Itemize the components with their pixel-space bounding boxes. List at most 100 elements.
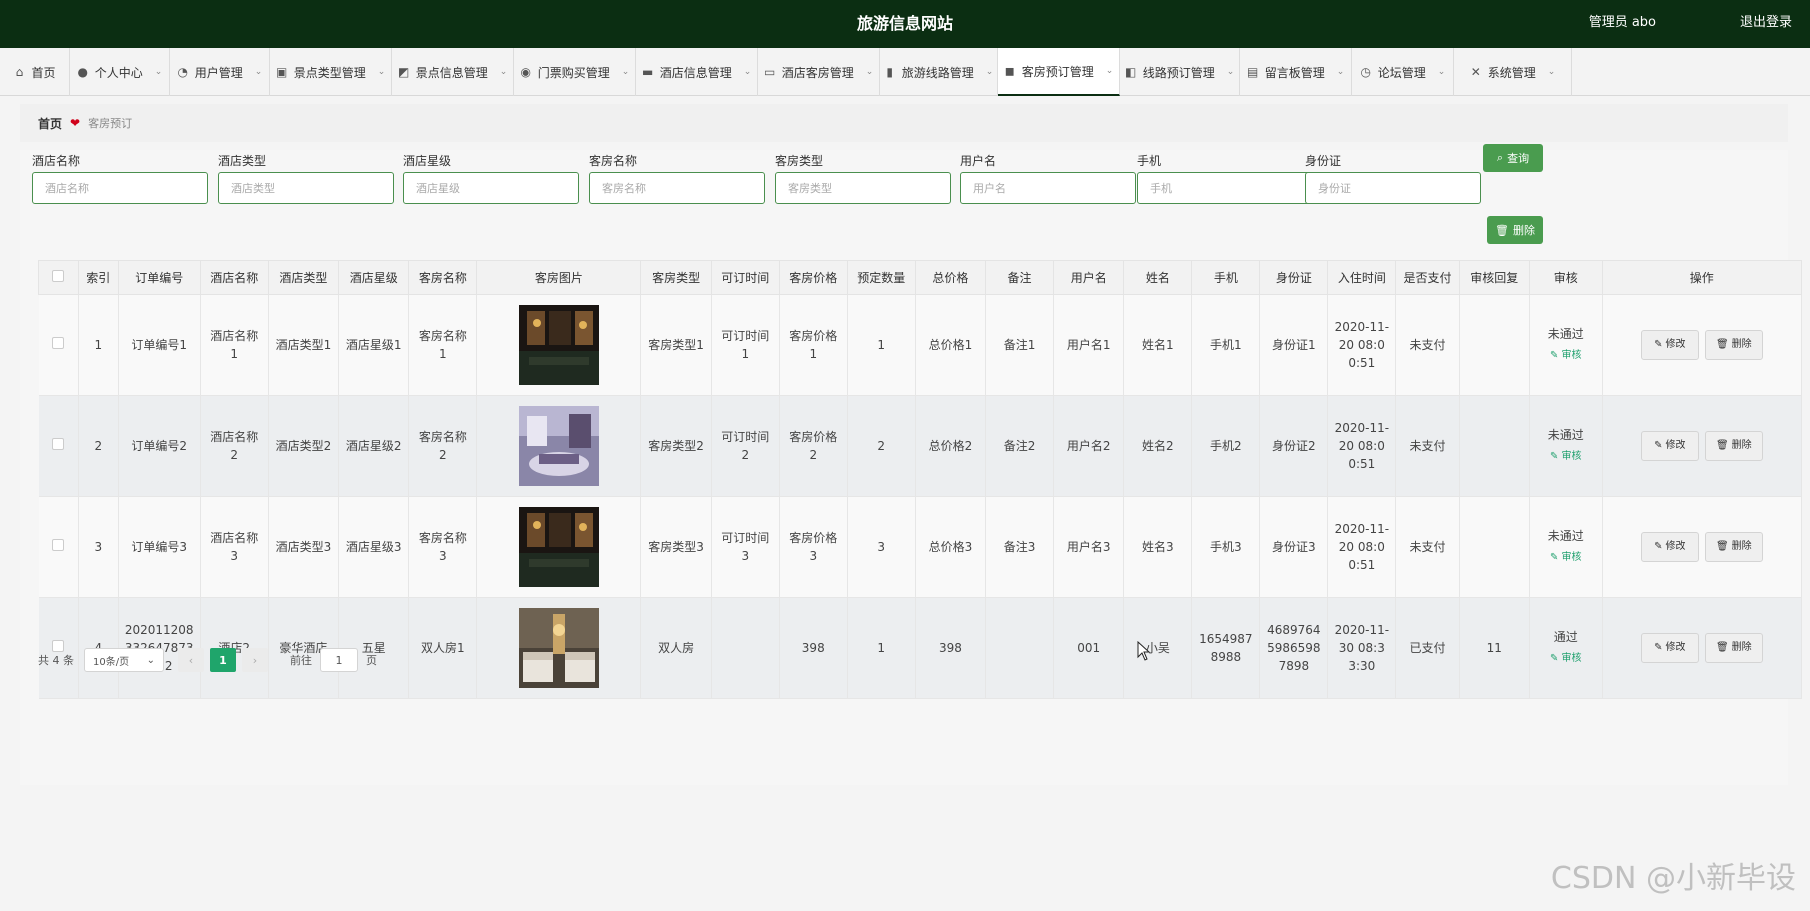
prev-page-button[interactable]: ‹ <box>178 648 204 672</box>
row-checkbox-cell[interactable] <box>38 395 79 497</box>
status-text: 通过 <box>1553 630 1578 644</box>
cell-room_name: 客房名称1 <box>408 294 478 396</box>
cell-room_name: 客房名称2 <box>408 395 478 497</box>
cell-order_no: 订单编号2 <box>118 395 201 497</box>
trash-icon: 🗑 <box>1715 642 1729 653</box>
nav-item-13[interactable]: ✕ 系统管理 ⌄ <box>1454 48 1572 96</box>
column-header: 审核回复 <box>1458 260 1530 295</box>
row-checkbox[interactable] <box>52 438 65 450</box>
top-header: 旅游信息网站 管理员 abo 退出登录 <box>0 0 1810 48</box>
nav-item-6[interactable]: ▬ 酒店信息管理 ⌄ <box>636 48 758 96</box>
delete-button[interactable]: 🗑 删除 <box>1704 330 1763 360</box>
nav-item-2[interactable]: ◔ 用户管理 ⌄ <box>170 48 270 96</box>
column-header: 客房图片 <box>476 260 642 295</box>
audit-link[interactable]: ✎ 审核 <box>1550 650 1582 668</box>
edit-icon: ✎ <box>1654 541 1663 552</box>
audit-label: 审核 <box>1561 653 1582 664</box>
nav-item-0[interactable]: ⌂ 首页 <box>0 48 70 96</box>
audit-link[interactable]: ✎ 审核 <box>1550 448 1582 466</box>
chevron-down-icon: ⌄ <box>865 67 874 77</box>
nav-item-3[interactable]: ▣ 景点类型管理 ⌄ <box>270 48 392 96</box>
cell-quantity: 1 <box>847 294 916 396</box>
row-checkbox-cell[interactable] <box>38 294 79 396</box>
cell-remark: 备注3 <box>985 496 1055 598</box>
query-button[interactable]: ⌕ 查询 <box>1483 144 1543 172</box>
cell-reply <box>1459 294 1530 396</box>
nav-item-4[interactable]: ◩ 景点信息管理 ⌄ <box>392 48 514 96</box>
edit-label: 修改 <box>1665 440 1686 451</box>
cell-index: 1 <box>78 294 119 396</box>
nav-label: 门票购买管理 <box>537 65 610 80</box>
next-page-button[interactable]: › <box>242 648 268 672</box>
search-input-6[interactable] <box>1137 172 1313 204</box>
site-title: 旅游信息网站 <box>856 14 953 33</box>
cell-remark: 备注2 <box>985 395 1055 497</box>
row-checkbox-cell[interactable] <box>38 496 79 598</box>
chevron-down-icon: ⌄ <box>1105 66 1114 76</box>
cell-room_name: 客房名称3 <box>408 496 478 598</box>
nav-label: 首页 <box>31 65 56 80</box>
edit-button[interactable]: ✎ 修改 <box>1640 532 1699 562</box>
edit-icon: ✎ <box>1654 440 1663 451</box>
row-checkbox[interactable] <box>52 539 65 551</box>
search-input-1[interactable] <box>218 172 394 204</box>
table-row[interactable]: 2 订单编号2 酒店名称2 酒店类型2 酒店星级2 客房名称2 客房类型2 可订时间2 客房价格… <box>38 395 1803 497</box>
nav-icon: ● <box>77 65 88 79</box>
search-input-2[interactable] <box>403 172 579 204</box>
chevron-down-icon: ⌄ <box>154 67 163 77</box>
status-wrap: 未通过 ✎ 审核 <box>1536 426 1596 466</box>
edit-pen-icon: ✎ <box>1549 350 1562 361</box>
nav-label: 线路预订管理 <box>1142 65 1215 80</box>
column-header[interactable] <box>38 260 79 295</box>
chevron-down-icon: ⌄ <box>743 67 752 77</box>
edit-button[interactable]: ✎ 修改 <box>1640 431 1699 461</box>
row-checkbox[interactable] <box>52 337 65 349</box>
logout-link[interactable]: 退出登录 <box>1740 0 1792 46</box>
goto-page-input[interactable]: 1 <box>320 648 358 672</box>
search-input-0[interactable] <box>32 172 208 204</box>
search-input-3[interactable] <box>589 172 765 204</box>
nav-item-1[interactable]: ● 个人中心 ⌄ <box>70 48 170 96</box>
search-input-5[interactable] <box>960 172 1136 204</box>
search-input-4[interactable] <box>775 172 951 204</box>
nav-item-9[interactable]: ◼ 客房预订管理 ⌄ <box>998 48 1120 96</box>
audit-link[interactable]: ✎ 审核 <box>1550 347 1582 365</box>
breadcrumb: 首页 ❤ 客房预订 <box>20 104 1788 142</box>
nav-item-12[interactable]: ◷ 论坛管理 ⌄ <box>1352 48 1454 96</box>
delete-button[interactable]: 🗑 删除 <box>1704 532 1763 562</box>
edit-button[interactable]: ✎ 修改 <box>1640 633 1699 663</box>
audit-label: 审核 <box>1561 552 1582 563</box>
nav-item-5[interactable]: ◉ 门票购买管理 ⌄ <box>514 48 636 96</box>
cell-room_name: 双人房1 <box>408 597 478 699</box>
cell-room_price: 客房价格2 <box>779 395 848 497</box>
cell-status: 未通过 ✎ 审核 <box>1529 496 1603 598</box>
cell-status: 通过 ✎ 审核 <box>1529 597 1603 699</box>
delete-button[interactable]: 🗑 删除 <box>1704 633 1763 663</box>
nav-item-8[interactable]: ▮ 旅游线路管理 ⌄ <box>880 48 998 96</box>
breadcrumb-home[interactable]: 首页 <box>38 115 62 132</box>
audit-link[interactable]: ✎ 审核 <box>1550 549 1582 567</box>
nav-item-11[interactable]: ▤ 留言板管理 ⌄ <box>1240 48 1352 96</box>
delete-button[interactable]: 🗑 删除 <box>1704 431 1763 461</box>
nav-label: 景点信息管理 <box>415 65 488 80</box>
nav-icon: ◔ <box>177 65 188 79</box>
cell-phone: 手机2 <box>1191 395 1261 497</box>
edit-button[interactable]: ✎ 修改 <box>1640 330 1699 360</box>
delete-label: 删除 <box>1731 642 1752 653</box>
cell-quantity: 3 <box>847 496 916 598</box>
cell-hotel_name: 酒店名称3 <box>200 496 269 598</box>
status-text: 未通过 <box>1547 327 1584 341</box>
page-1-button[interactable]: 1 <box>210 648 236 672</box>
search-input-7[interactable] <box>1305 172 1481 204</box>
page-size-select[interactable]: 10条/页 ⌄ <box>84 648 164 672</box>
table-row[interactable]: 3 订单编号3 酒店名称3 酒店类型3 酒店星级3 客房名称3 客房类型3 可订时间3 客房价格… <box>38 496 1803 598</box>
chevron-down-icon: ⌄ <box>621 67 630 77</box>
table-row[interactable]: 1 订单编号1 酒店名称1 酒店类型1 酒店星级1 客房名称1 客房类型1 可订时间1 客房价格… <box>38 294 1803 396</box>
nav-item-10[interactable]: ◧ 线路预订管理 ⌄ <box>1120 48 1240 96</box>
batch-delete-button[interactable]: 🗑 删除 <box>1487 216 1543 244</box>
nav-item-7[interactable]: ▭ 酒店客房管理 ⌄ <box>758 48 880 96</box>
room-image <box>518 608 599 688</box>
select-all-checkbox[interactable] <box>52 270 65 282</box>
cell-total_price: 总价格3 <box>915 496 987 598</box>
cell-img <box>476 294 642 396</box>
